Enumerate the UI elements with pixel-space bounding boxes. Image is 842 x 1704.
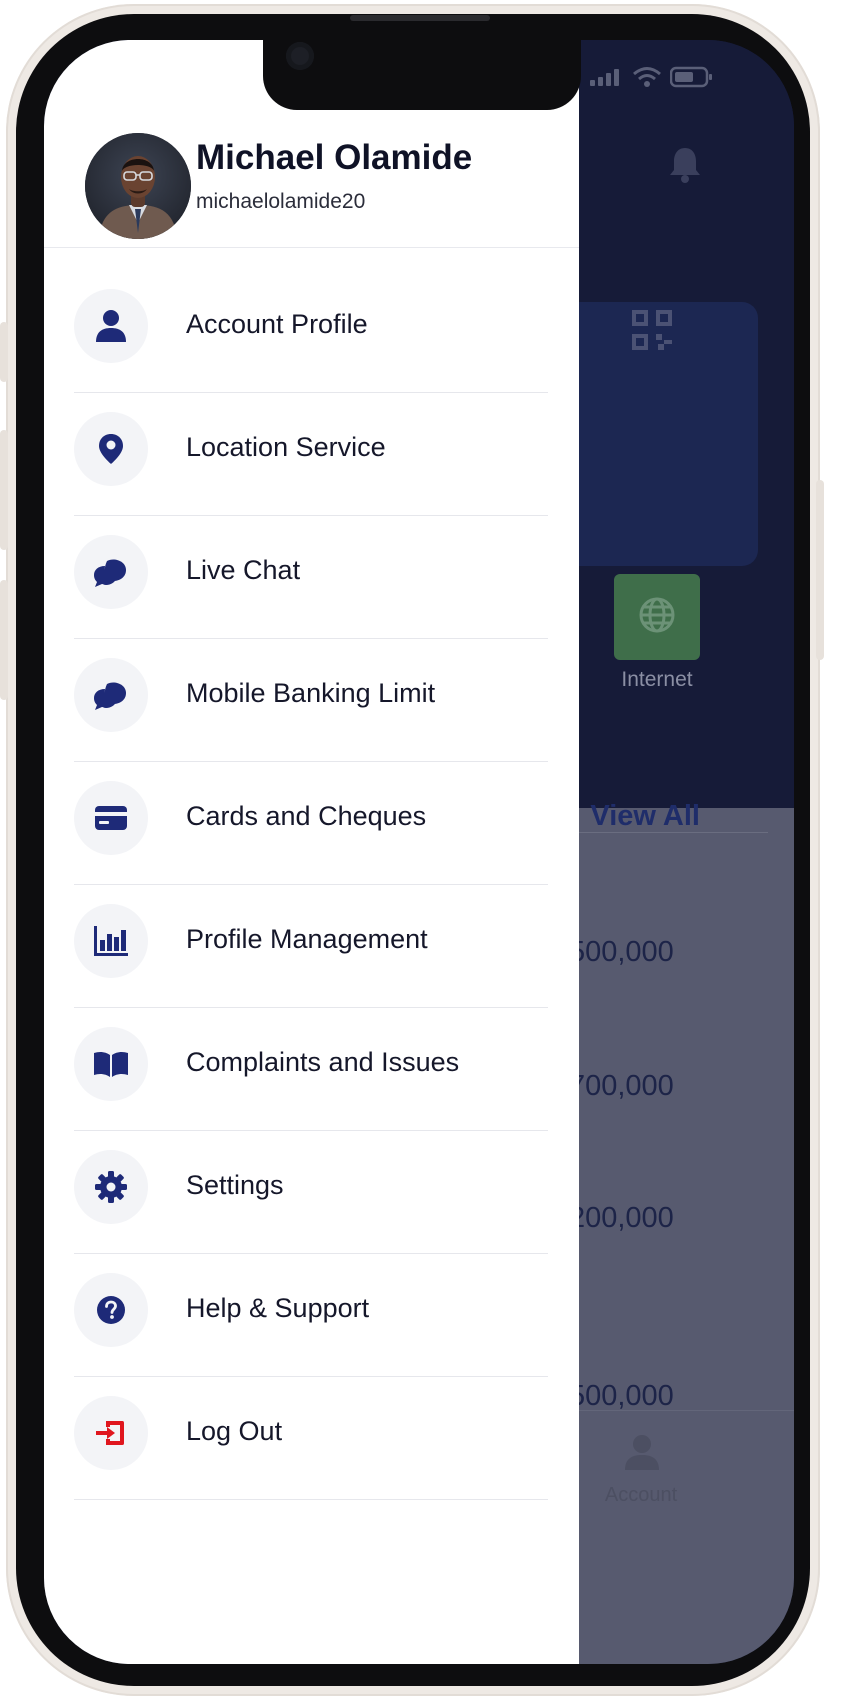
user-icon <box>74 289 148 363</box>
speaker-grille <box>350 15 490 21</box>
user-name: Michael Olamide <box>196 138 473 177</box>
menu-item-label: Complaints and Issues <box>186 1047 460 1077</box>
mute-switch <box>0 322 8 382</box>
account-nav-label[interactable]: Account <box>576 1484 706 1507</box>
menu-item-label: Help & Support <box>186 1293 370 1323</box>
globe-icon <box>637 595 677 640</box>
menu-item-live-chat[interactable]: Live Chat <box>74 511 548 639</box>
avatar[interactable] <box>85 133 191 239</box>
volume-up-button <box>0 430 8 550</box>
bell-icon[interactable] <box>668 146 702 189</box>
menu-item-label: Profile Management <box>186 924 428 954</box>
side-drawer: Michael Olamide michaelolamide20 Account… <box>44 40 579 1664</box>
user-handle: michaelolamide20 <box>196 190 366 213</box>
credit-card-icon <box>74 781 148 855</box>
menu-item-settings[interactable]: Settings <box>74 1126 548 1254</box>
menu-item-cards-and-cheques[interactable]: Cards and Cheques <box>74 757 548 885</box>
wifi-icon <box>632 66 662 93</box>
account-nav-icon[interactable] <box>624 1434 660 1477</box>
menu-item-label: Settings <box>186 1170 284 1200</box>
header-divider <box>44 247 579 248</box>
chat-bubbles-icon <box>74 535 148 609</box>
view-all-link[interactable]: View All <box>564 800 700 833</box>
qr-code-icon[interactable] <box>632 310 672 355</box>
question-icon <box>74 1273 148 1347</box>
menu-item-label: Log Out <box>186 1416 283 1446</box>
chat-bubbles-icon <box>74 658 148 732</box>
menu-item-log-out[interactable]: Log Out <box>74 1372 548 1500</box>
screen: Internet View All ₦500,000 ₦700,000 ₦200… <box>44 40 794 1664</box>
menu-item-label: Account Profile <box>186 309 368 339</box>
menu-item-label: Live Chat <box>186 555 301 585</box>
power-button <box>816 480 824 660</box>
menu-item-label: Cards and Cheques <box>186 801 427 831</box>
internet-tile[interactable] <box>614 574 700 660</box>
open-book-icon <box>74 1027 148 1101</box>
front-camera <box>286 42 314 70</box>
menu-item-complaints-and-issues[interactable]: Complaints and Issues <box>74 1003 548 1131</box>
menu-item-profile-management[interactable]: Profile Management <box>74 880 548 1008</box>
bar-chart-icon <box>74 904 148 978</box>
divider <box>74 1499 548 1500</box>
menu-item-mobile-banking-limit[interactable]: Mobile Banking Limit <box>74 634 548 762</box>
logout-icon <box>74 1396 148 1470</box>
menu-item-account-profile[interactable]: Account Profile <box>74 265 548 393</box>
menu-item-label: Mobile Banking Limit <box>186 678 436 708</box>
menu-item-location-service[interactable]: Location Service <box>74 388 548 516</box>
menu-item-label: Location Service <box>186 432 386 462</box>
signal-bars-icon <box>590 68 624 91</box>
menu-item-help-and-support[interactable]: Help & Support <box>74 1249 548 1377</box>
volume-down-button <box>0 580 8 700</box>
gear-icon <box>74 1150 148 1224</box>
location-pin-icon <box>74 412 148 486</box>
internet-label: Internet <box>621 668 693 691</box>
battery-icon <box>669 66 714 93</box>
